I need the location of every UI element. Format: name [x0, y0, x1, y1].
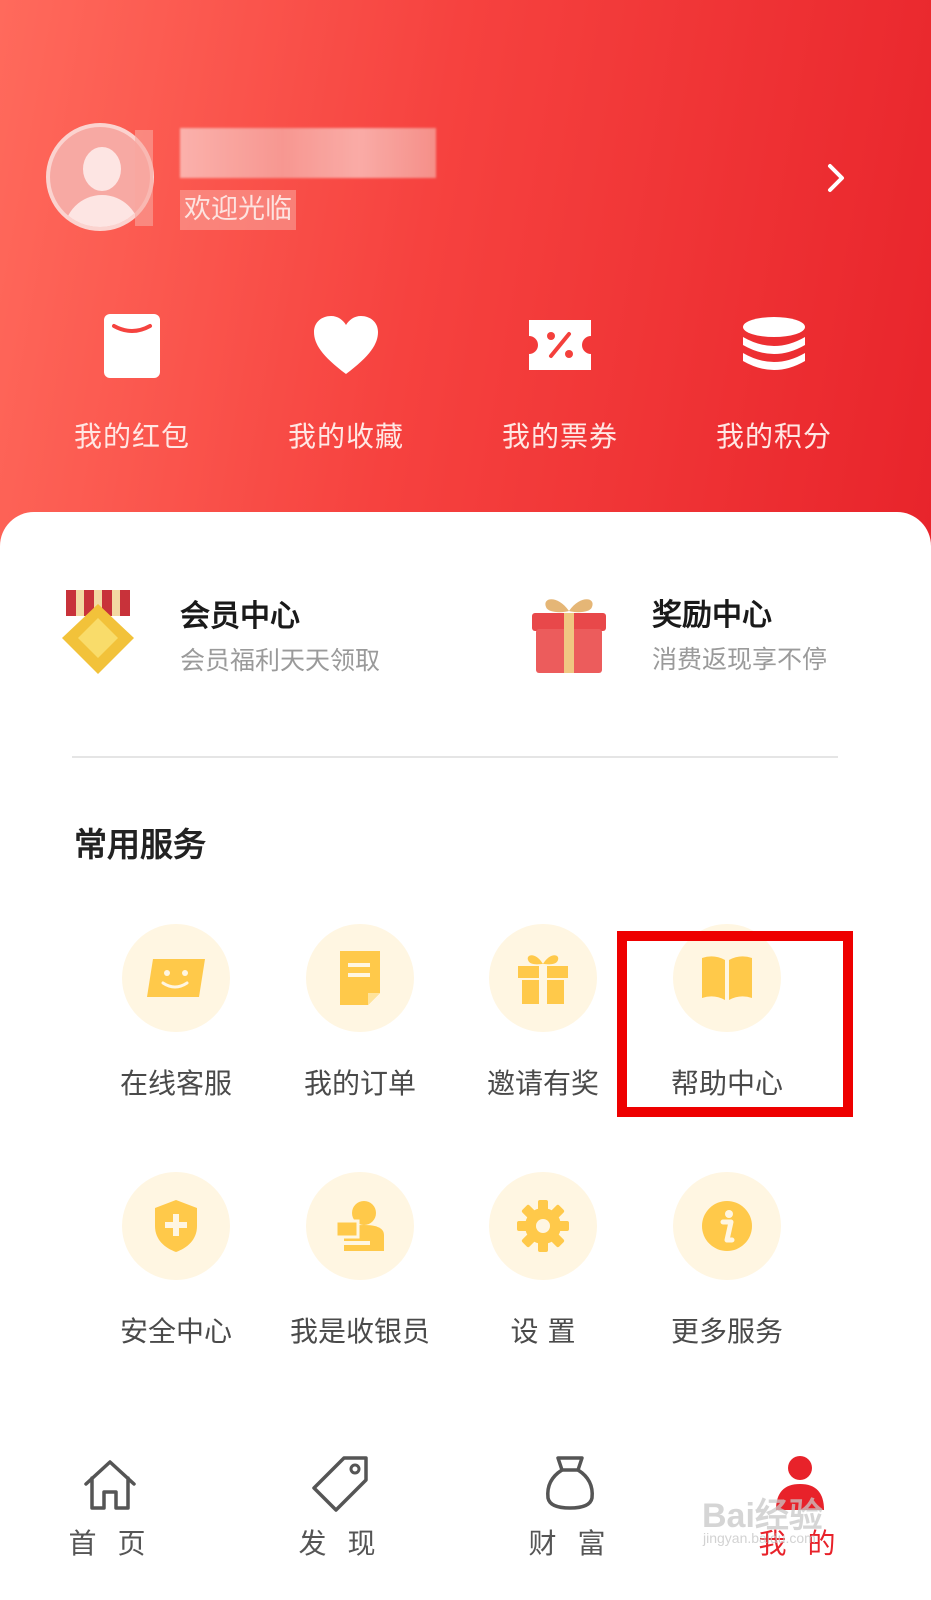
tab-wealth[interactable]: 财 富: [500, 1452, 640, 1562]
member-center-entry[interactable]: 会员中心 会员福利天天领取: [58, 590, 380, 678]
section-title: 常用服务: [74, 825, 206, 864]
info-icon: [702, 1201, 752, 1251]
divider: [72, 756, 838, 758]
quick-label: 我的收藏: [287, 420, 404, 453]
quick-red-packet[interactable]: 我的红包: [57, 305, 207, 455]
quick-coupons[interactable]: 我的票券: [485, 305, 635, 455]
service-label: 在线客服: [119, 1067, 232, 1100]
avatar-body-icon: [64, 195, 140, 227]
tag-icon: [270, 1452, 410, 1512]
service-circle: [122, 1172, 230, 1280]
tab-discover[interactable]: 发 现: [270, 1452, 410, 1562]
service-settings[interactable]: 设 置: [458, 1172, 628, 1350]
tab-label: 财 富: [528, 1527, 612, 1560]
avatar-head-icon: [83, 147, 121, 191]
service-label: 安全中心: [119, 1315, 232, 1348]
cashier-icon: [334, 1201, 384, 1251]
blurred-area: [135, 130, 153, 226]
watermark-url: jingyan.baidu.com: [703, 1530, 816, 1546]
service-circle: [122, 924, 230, 1032]
promo-title: 会员中心: [180, 599, 300, 634]
service-circle: [306, 924, 414, 1032]
money-bag-icon: [500, 1452, 640, 1512]
home-icon: [40, 1452, 180, 1512]
quick-label: 我的红包: [73, 420, 190, 453]
points-stack-icon: [699, 305, 849, 385]
blurred-username: [180, 128, 436, 178]
service-online-support[interactable]: 在线客服: [91, 924, 261, 1102]
quick-favorites[interactable]: 我的收藏: [271, 305, 421, 455]
service-orders[interactable]: 我的订单: [275, 924, 445, 1102]
gift-box-icon: [532, 599, 606, 673]
document-icon: [340, 951, 380, 1005]
quick-label: 我的积分: [715, 420, 832, 453]
service-invite[interactable]: 邀请有奖: [458, 924, 628, 1102]
service-label: 我是收银员: [289, 1315, 430, 1348]
gift-icon: [518, 955, 568, 1004]
promo-subtitle: 消费返现享不停: [652, 645, 828, 674]
coupon-icon: [485, 305, 635, 385]
profile-header: 欢迎光临 我的红包 我的收藏 我的票券 我的积分: [0, 0, 931, 560]
gear-icon: [517, 1200, 569, 1252]
service-more[interactable]: 更多服务: [642, 1172, 812, 1350]
highlight-box: [617, 931, 853, 1117]
service-label: 更多服务: [670, 1315, 783, 1348]
service-security[interactable]: 安全中心: [91, 1172, 261, 1350]
chevron-right-icon[interactable]: [822, 160, 852, 196]
tab-label: 发 现: [298, 1527, 382, 1560]
medal-icon: [62, 590, 134, 674]
tab-home[interactable]: 首 页: [40, 1452, 180, 1562]
service-circle: [489, 924, 597, 1032]
service-label: 我的订单: [303, 1067, 416, 1100]
tab-label: 首 页: [68, 1527, 152, 1560]
service-circle: [306, 1172, 414, 1280]
quick-label: 我的票券: [501, 420, 618, 453]
heart-icon: [271, 305, 421, 385]
smile-chat-icon: [147, 959, 205, 997]
service-label: 设 置: [510, 1315, 576, 1348]
quick-points[interactable]: 我的积分: [699, 305, 849, 455]
service-label: 邀请有奖: [486, 1067, 599, 1100]
service-circle: [489, 1172, 597, 1280]
red-packet-icon: [57, 305, 207, 385]
shield-plus-icon: [155, 1200, 197, 1252]
promo-title: 奖励中心: [652, 598, 772, 633]
promo-subtitle: 会员福利天天领取: [180, 646, 381, 675]
reward-center-entry[interactable]: 奖励中心 消费返现享不停: [528, 590, 827, 676]
welcome-text: 欢迎光临: [180, 190, 296, 230]
service-circle: [673, 1172, 781, 1280]
service-cashier[interactable]: 我是收银员: [275, 1172, 445, 1350]
